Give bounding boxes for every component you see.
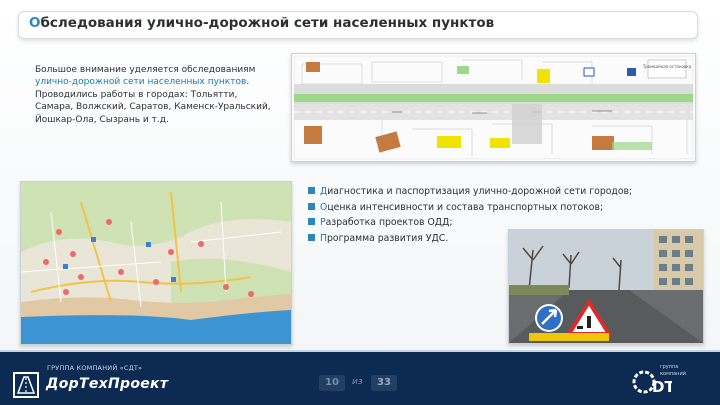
page-total: 33 [371, 375, 397, 391]
page-separator: из [352, 377, 363, 387]
bullet-icon [308, 218, 315, 225]
dortekhproekt-logo-icon [13, 372, 39, 398]
brand-name: ДорТехПроект [46, 376, 169, 392]
list-item: Оценка интенсивности и состава транспорт… [308, 200, 632, 216]
svg-text:DT: DT [652, 378, 672, 396]
group-label: ГРУППА КОМПАНИЙ «СДТ» [47, 364, 143, 372]
street-photo [508, 229, 704, 344]
footer-bar: ГРУППА КОМПАНИЙ «СДТ» ДорТехПроект 10 из… [0, 350, 720, 405]
list-item: Диагностика и паспортизация улично-дорож… [308, 184, 632, 200]
intro-text: Большое внимание уделяется обследованиям… [35, 65, 271, 125]
page-current: 10 [319, 375, 345, 391]
footer-divider [0, 350, 720, 352]
title-bar: Обследования улично-дорожной сети населе… [18, 11, 698, 39]
bullet-icon [308, 202, 315, 210]
bullet-icon [308, 233, 315, 241]
road-plan-image: Трамвайная остановка [291, 53, 696, 162]
tram-stop-label: Трамвайная остановка [642, 64, 692, 69]
city-map-image [20, 181, 292, 345]
page-title: Обследования улично-дорожной сети населе… [29, 15, 495, 31]
bullet-icon [308, 187, 315, 194]
intro-highlight: улично-дорожной сети населенных пунктов [35, 77, 247, 88]
sdt-caption: группа компаний [660, 364, 686, 377]
